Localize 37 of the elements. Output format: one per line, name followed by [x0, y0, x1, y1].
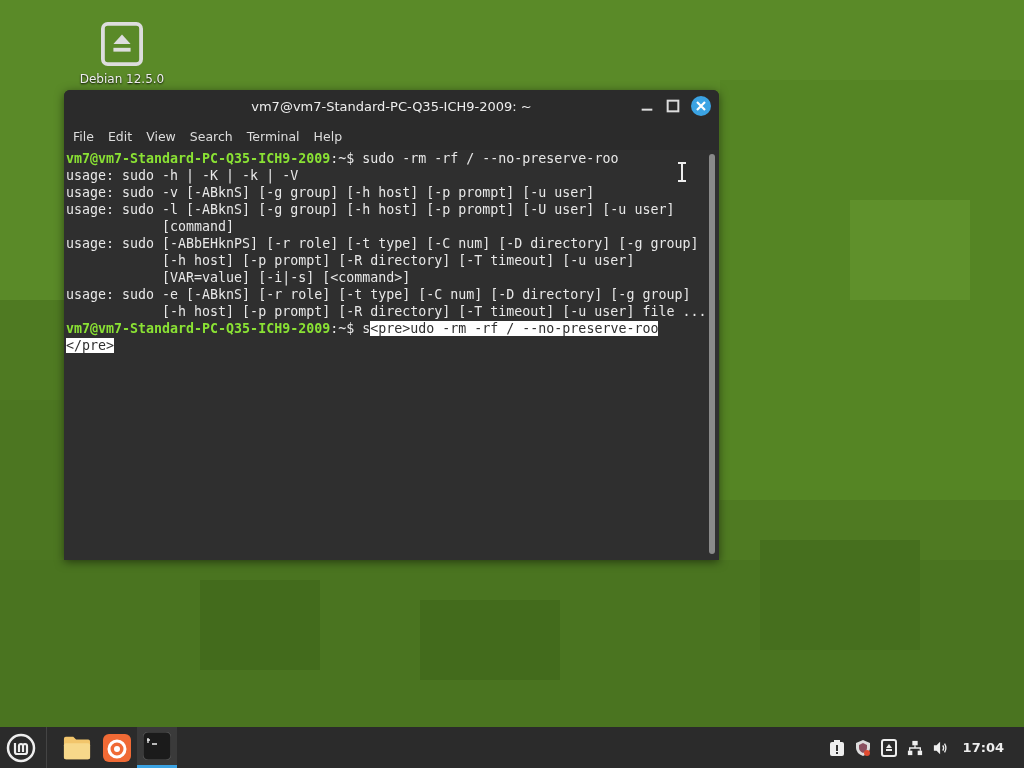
selected-text: <pre>udo -rm -rf / --no-preserve-roo — [370, 321, 659, 336]
output-line: [command] — [161, 219, 235, 234]
output-line: usage: sudo [-ABbEHknPS] [-r role] [-t type] [-C num] [-D directory] [-g group] — [66, 236, 699, 251]
menu-item[interactable]: Terminal — [239, 128, 307, 144]
output-line: usage: sudo -l [-ABknS] [-g group] [-h host] [-p prompt] [-U user] [-u user] — [66, 202, 675, 217]
prompt-user: vm7@vm7-Standard-PC-Q35-ICH9-2009 — [66, 321, 331, 336]
output-line: usage: sudo -h | -K | -k | -V — [66, 168, 299, 183]
window-title: vm7@vm7-Standard-PC-Q35-ICH9-2009: ~ — [251, 98, 532, 114]
network-icon[interactable] — [906, 738, 923, 757]
prompt-path: :~$ — [330, 151, 355, 166]
drive-icon[interactable] — [101, 22, 143, 66]
eject-icon[interactable] — [880, 738, 897, 757]
output-line: [-h host] [-p prompt] [-R directory] [-T timeout] [-u user] — [161, 253, 635, 268]
command-text: sudo -rm -rf / --no-preserve-roo — [361, 151, 619, 166]
text-cursor-icon — [677, 162, 687, 182]
clock[interactable]: 17:04 — [962, 740, 1004, 755]
menu-icon[interactable] — [6, 732, 36, 763]
shield-icon[interactable] — [854, 738, 871, 757]
maximize-icon[interactable] — [665, 98, 681, 114]
menu-item[interactable]: Search — [182, 128, 240, 144]
notification-icon[interactable] — [828, 738, 845, 757]
menu-item[interactable]: File — [66, 128, 101, 144]
desktop-icon-label[interactable]: Debian 12.5.0 — [79, 72, 165, 86]
terminal-icon[interactable] — [143, 732, 171, 760]
browser-icon[interactable] — [103, 733, 131, 762]
scrollbar[interactable] — [709, 154, 715, 554]
menu-item[interactable]: View — [139, 128, 183, 144]
selected-text: </pre> — [66, 338, 115, 353]
close-icon[interactable] — [691, 96, 711, 116]
prompt-user: vm7@vm7-Standard-PC-Q35-ICH9-2009 — [66, 151, 331, 166]
output-line: [-h host] [-p prompt] [-R directory] [-T timeout] [-u user] file ... — [161, 304, 707, 319]
output-line: usage: sudo -e [-ABknS] [-r role] [-t type] [-C num] [-D directory] [-g group] — [66, 287, 691, 302]
menu-item[interactable]: Edit — [100, 128, 140, 144]
output-line: usage: sudo -v [-ABknS] [-g group] [-h host] [-p prompt] [-u user] — [66, 185, 595, 200]
menu-item[interactable]: Help — [306, 128, 350, 144]
output-line: [VAR=value] [-i|-s] [<command>] — [161, 270, 411, 285]
prompt-path: :~$ — [330, 321, 355, 336]
